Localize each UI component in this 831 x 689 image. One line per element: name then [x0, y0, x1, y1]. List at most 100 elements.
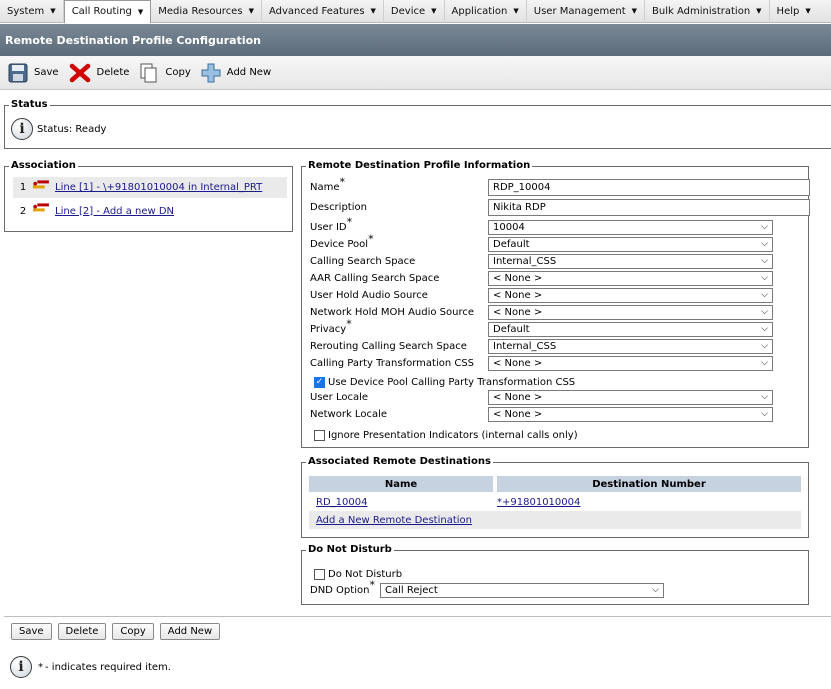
chevron-down-icon: ▼: [631, 7, 638, 15]
footer-note-text: - indicates required item.: [45, 661, 171, 673]
user-hold-row: User Hold Audio Source < None > ⌵: [310, 287, 810, 304]
assoc-remote-legend: Associated Remote Destinations: [306, 456, 493, 468]
info-icon: i: [10, 656, 32, 678]
ignore-pi-row: Ignore Presentation Indicators (internal…: [314, 427, 814, 444]
cpt-css-row: Calling Party Transformation CSS < None …: [310, 355, 810, 372]
copy-button-label: Copy: [165, 67, 191, 78]
use-dp-cpt-checkbox[interactable]: ✓: [314, 377, 325, 388]
chevron-down-icon: ⌵: [761, 324, 768, 334]
dnd-panel: Do Not Disturb Do Not Disturb DND Option…: [301, 544, 810, 605]
menu-bulk-administration-label: Bulk Administration: [652, 5, 751, 17]
description-label: Description: [310, 202, 367, 213]
user-locale-row: User Locale < None > ⌵: [310, 389, 810, 406]
delete-button-label: Delete: [96, 67, 130, 78]
add-new-button[interactable]: Add New: [201, 63, 271, 83]
delete-button[interactable]: Delete: [69, 62, 130, 84]
network-hold-select[interactable]: < None > ⌵: [488, 305, 773, 320]
table-row: Add a New Remote Destination: [309, 511, 801, 529]
assoc-remote-panel: Associated Remote Destinations Name Dest…: [301, 456, 809, 538]
chevron-down-icon: ▼: [805, 7, 811, 15]
menu-media-resources-label: Media Resources: [158, 5, 243, 17]
copy-icon: [139, 63, 159, 83]
user-hold-label: User Hold Audio Source: [310, 290, 428, 301]
status-legend: Status: [9, 99, 50, 111]
chevron-down-icon: ⌵: [652, 585, 659, 595]
dnd-legend: Do Not Disturb: [306, 544, 394, 556]
menu-help[interactable]: Help ▼: [770, 0, 818, 23]
rerouting-css-select[interactable]: Internal_CSS ⌵: [488, 339, 773, 354]
menu-bulk-administration[interactable]: Bulk Administration ▼: [645, 0, 770, 23]
dnd-option-select[interactable]: Call Reject ⌵: [380, 583, 664, 598]
chevron-down-icon: ⌵: [761, 222, 768, 232]
association-item-number: 1: [19, 182, 27, 193]
column-header-name: Name: [384, 478, 418, 490]
menu-device[interactable]: Device ▼: [384, 0, 445, 23]
chevron-down-icon: ⌵: [761, 273, 768, 283]
bottom-button-bar: Save Delete Copy Add New: [11, 623, 226, 640]
device-pool-label: Device Pool*: [310, 232, 374, 250]
association-legend: Association: [9, 160, 78, 172]
menu-application-label: Application: [451, 5, 508, 17]
copy-button[interactable]: Copy: [139, 63, 191, 83]
rerouting-css-row: Rerouting Calling Search Space Internal_…: [310, 338, 810, 355]
network-locale-select[interactable]: < None > ⌵: [488, 407, 773, 422]
association-panel: Association 1 ●▀▀▀ ▀▀▀ Line [1] - \+91801…: [4, 160, 293, 232]
chevron-down-icon: ⌵: [761, 307, 768, 317]
remote-destination-number-link[interactable]: *+91801010004: [497, 497, 580, 508]
bottom-delete-button[interactable]: Delete: [57, 623, 107, 640]
menu-help-label: Help: [776, 5, 800, 17]
ignore-pi-checkbox[interactable]: [314, 430, 325, 441]
chevron-down-icon: ⌵: [761, 341, 768, 351]
remote-destination-name-link[interactable]: RD_10004: [316, 497, 367, 508]
chevron-down-icon: ▼: [137, 7, 144, 16]
info-icon: i: [11, 118, 33, 140]
delete-x-icon: [69, 62, 91, 84]
menu-advanced-features-label: Advanced Features: [268, 5, 365, 17]
user-hold-select[interactable]: < None > ⌵: [488, 288, 773, 303]
rdp-info-panel: Remote Destination Profile Information N…: [301, 160, 810, 448]
menu-system-label: System: [7, 5, 45, 17]
menu-application[interactable]: Application ▼: [445, 0, 527, 23]
cpt-css-label: Calling Party Transformation CSS: [310, 358, 475, 369]
dnd-checkbox[interactable]: [314, 569, 325, 580]
dnd-option-label: DND Option*: [310, 578, 375, 596]
privacy-select[interactable]: Default ⌵: [488, 322, 773, 337]
footer-required-mark: *: [38, 661, 43, 673]
association-item-number: 2: [19, 205, 27, 217]
dnd-option-row: DND Option* Call Reject ⌵: [310, 578, 810, 599]
user-locale-select[interactable]: < None > ⌵: [488, 390, 773, 405]
chevron-down-icon: ⌵: [761, 392, 768, 402]
bottom-add-new-button[interactable]: Add New: [159, 623, 221, 640]
css-select[interactable]: Internal_CSS ⌵: [488, 254, 773, 269]
aar-css-select[interactable]: < None > ⌵: [488, 271, 773, 286]
device-pool-select[interactable]: Default ⌵: [488, 237, 773, 252]
name-field[interactable]: [488, 179, 810, 196]
page-title: Remote Destination Profile Configuration: [0, 24, 831, 56]
association-line-link[interactable]: Line [2] - Add a new DN: [55, 206, 174, 217]
menu-user-management[interactable]: User Management ▼: [527, 0, 646, 23]
user-locale-label: User Locale: [310, 392, 369, 403]
description-field[interactable]: [488, 199, 810, 216]
menu-media-resources[interactable]: Media Resources ▼: [151, 0, 262, 23]
save-button[interactable]: Save: [8, 63, 59, 83]
association-item[interactable]: 1 ●▀▀▀ ▀▀▀ Line [1] - \+91801010004 in In…: [13, 177, 287, 198]
rdp-info-legend: Remote Destination Profile Information: [306, 160, 533, 172]
add-remote-destination-link[interactable]: Add a New Remote Destination: [316, 515, 472, 526]
chevron-down-icon: ▼: [756, 7, 762, 15]
cpt-css-select[interactable]: < None > ⌵: [488, 356, 773, 371]
chevron-down-icon: ⌵: [761, 290, 768, 300]
privacy-label: Privacy*: [310, 317, 352, 335]
divider: [4, 616, 831, 617]
user-id-select[interactable]: 10004 ⌵: [488, 220, 773, 235]
bottom-copy-button[interactable]: Copy: [112, 623, 154, 640]
association-line-link[interactable]: Line [1] - \+91801010004 in Internal_PRT: [55, 182, 262, 193]
association-item[interactable]: 2 ●▀▀▀ ▀▀▀ Line [2] - Add a new DN: [13, 202, 287, 220]
privacy-row: Privacy* Default ⌵: [310, 317, 810, 338]
bottom-save-button[interactable]: Save: [11, 623, 52, 640]
menu-advanced-features[interactable]: Advanced Features ▼: [262, 0, 384, 23]
menu-system[interactable]: System ▼: [0, 0, 64, 23]
name-label: Name*: [310, 175, 346, 193]
aar-css-row: AAR Calling Search Space < None > ⌵: [310, 270, 810, 287]
menu-call-routing[interactable]: Call Routing ▼: [63, 0, 152, 23]
table-header: Name Destination Number: [309, 476, 801, 492]
